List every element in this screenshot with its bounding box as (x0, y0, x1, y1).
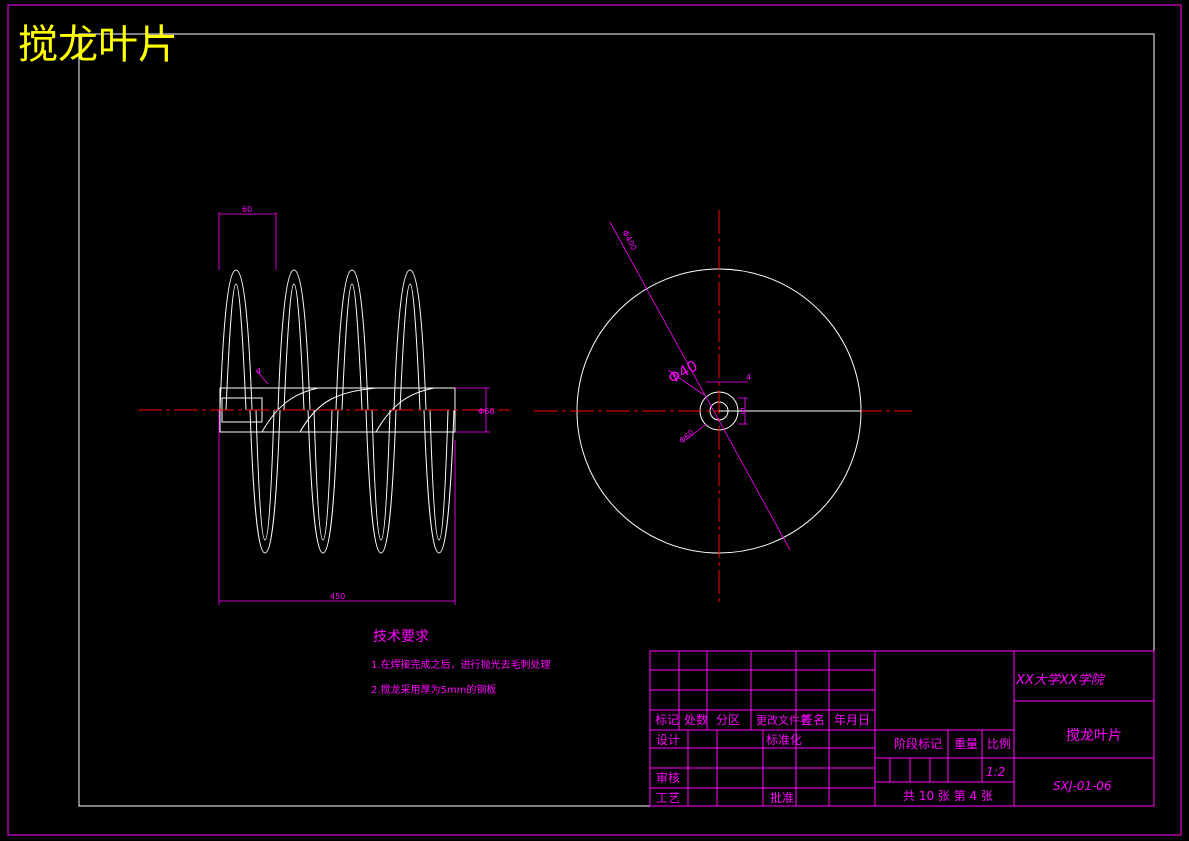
cad-drawing-sheet: 搅龙叶片 60 450 Φ60 4 Φ400 Φ40 4 5 Φ60 技术要求 … (0, 0, 1189, 841)
tb-design-label: 设计 (656, 733, 680, 747)
blade-loop-2 (277, 269, 311, 411)
auger-front-view (219, 269, 456, 554)
tb-process-label: 工艺 (656, 791, 680, 805)
blade-loop-8b (429, 409, 449, 541)
front-view-dimensions (218, 212, 490, 605)
keyway-depth-dimension: 5 (740, 407, 745, 416)
tech-requirement-1: 1.在焊接完成之后，进行抛光去毛刺处理 (371, 658, 551, 671)
blade-loop-4b (399, 283, 421, 411)
tech-requirement-2: 2.搅龙采用厚为5mm的钢板 (371, 683, 496, 696)
overall-length-dimension: 450 (330, 592, 345, 601)
blade-loop-4 (393, 269, 427, 411)
tb-scale-label: 比例 (987, 737, 1011, 751)
outer-diameter-dimension: Φ400 (620, 229, 638, 252)
blade-loop-3 (335, 269, 369, 411)
drawing-canvas: 搅龙叶片 60 450 Φ60 4 Φ400 Φ40 4 5 Φ60 技术要求 … (7, 4, 1182, 836)
blade-loop-6b (313, 409, 333, 541)
blade-loop-2b (283, 283, 305, 411)
tb-header-date: 年月日 (834, 713, 870, 727)
tb-institution: XX大学XX学院 (1015, 672, 1106, 688)
chamfer-dimension: 4 (256, 367, 261, 376)
tech-requirements-heading: 技术要求 (373, 629, 429, 645)
side-view-dimensions (609, 221, 791, 551)
drawing-title: 搅龙叶片 (18, 22, 178, 68)
tb-stage-mark-label: 阶段标记 (894, 736, 942, 751)
blade-loop-7 (365, 409, 397, 554)
blade-loop-7b (371, 409, 391, 541)
tb-part-name: 搅龙叶片 (1066, 728, 1122, 744)
tb-header-zone: 分区 (716, 713, 740, 727)
keyway-width-dimension: 4 (746, 373, 751, 382)
hub-diameter-dimension: Φ60 (678, 428, 696, 445)
outer-sheet-border (7, 4, 1182, 836)
tb-header-signature: 签名 (801, 712, 825, 727)
tb-header-mark: 标记 (655, 713, 679, 727)
blade-loop-5 (249, 409, 281, 554)
blade-loop-8 (423, 409, 455, 554)
blade-loop-1b (225, 283, 247, 411)
tb-scale-value: 1:2 (986, 765, 1005, 779)
blade-loop-1 (219, 269, 253, 411)
blade-loop-5b (255, 409, 275, 541)
bore-diameter-dimension: Φ40 (665, 356, 701, 387)
tb-header-count: 处数 (684, 712, 708, 727)
shaft-diameter-dimension: Φ60 (478, 407, 494, 416)
tb-review-label: 审核 (656, 770, 680, 785)
tb-weight-label: 重量 (954, 737, 978, 751)
inner-drawing-frame (78, 33, 1155, 807)
blade-loop-3b (341, 283, 363, 411)
pitch-dimension: 60 (242, 205, 252, 214)
blade-loop-6 (307, 409, 339, 554)
tb-approve-label: 批准 (770, 790, 794, 805)
tb-drawing-number: SXJ-01-06 (1053, 779, 1112, 793)
tb-standardize-label: 标准化 (766, 733, 802, 747)
tb-sheet-count: 共 10 张 第 4 张 (903, 789, 993, 803)
